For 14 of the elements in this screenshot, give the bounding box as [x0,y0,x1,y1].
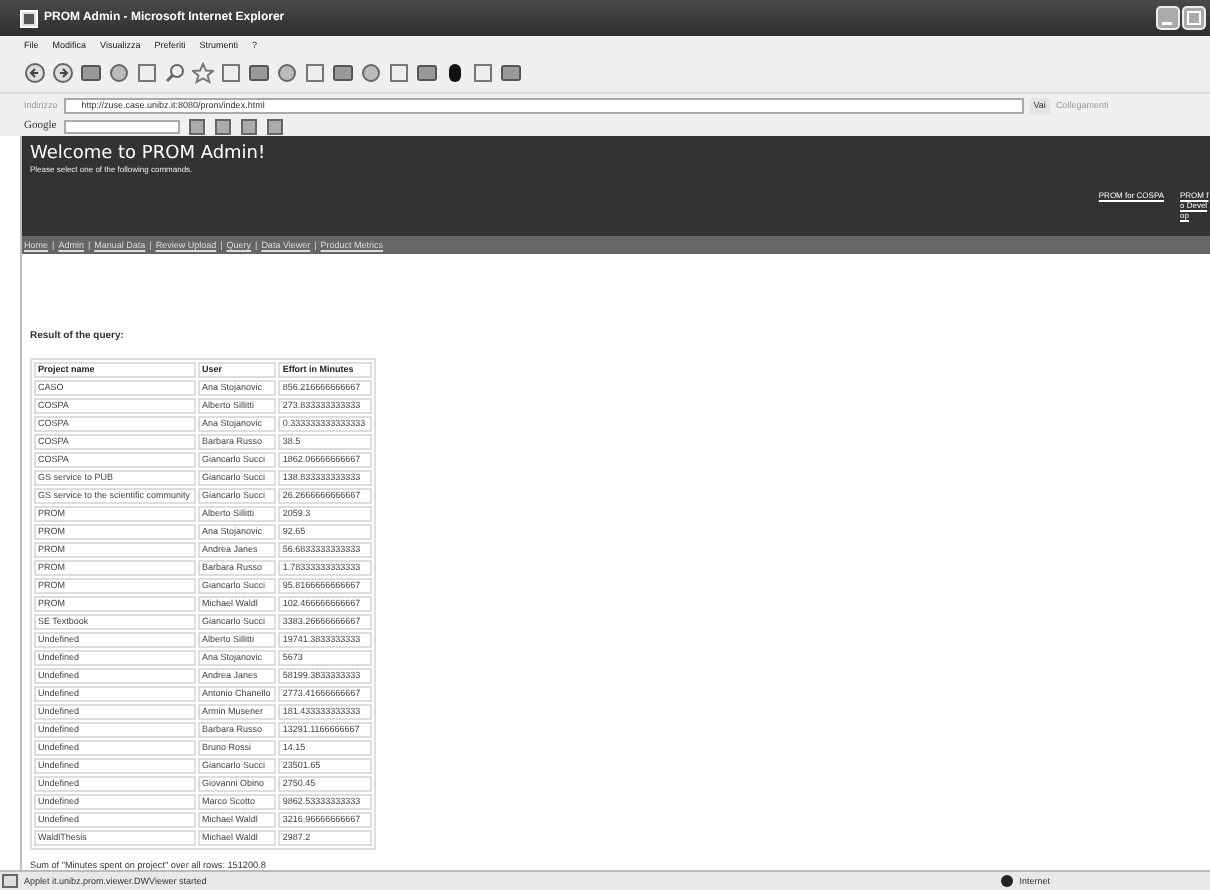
search-field[interactable] [64,119,181,133]
search-icon[interactable] [164,62,186,84]
toolbar-icon[interactable] [248,62,270,84]
minimize-icon[interactable] [1156,6,1180,30]
toolbar-icon[interactable] [332,62,354,84]
toolbar-icon[interactable] [416,62,438,84]
toolbar-icon[interactable] [500,62,522,84]
maximize-icon[interactable] [1182,6,1206,30]
page-title: Welcome to PROM Admin! [30,144,266,164]
globe-icon [999,874,1014,888]
browser-icon [20,9,38,27]
toolbar-icon[interactable] [80,62,102,84]
toolbar-icon[interactable] [444,62,466,84]
star-icon[interactable] [192,62,214,84]
